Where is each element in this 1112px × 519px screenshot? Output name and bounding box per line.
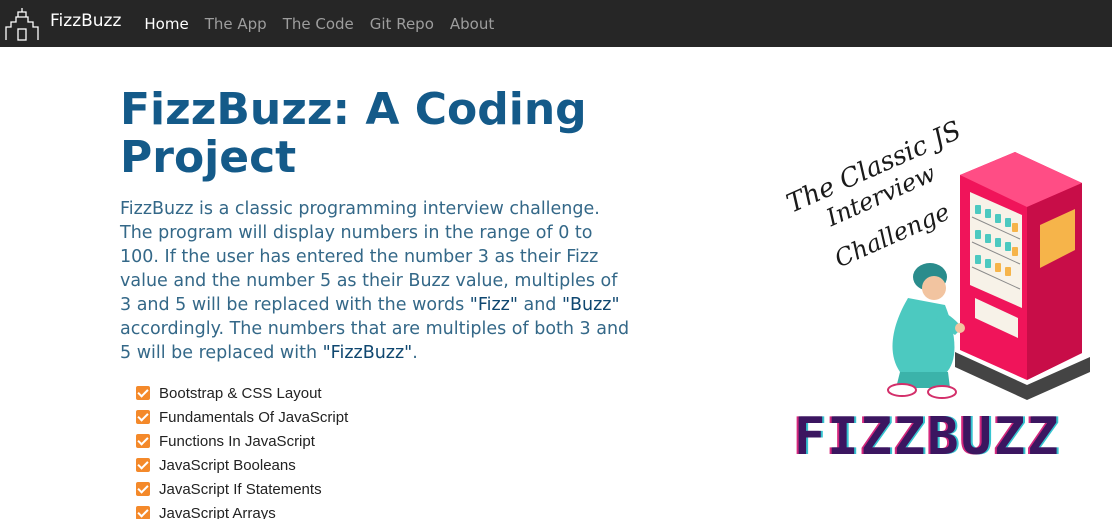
checkbox-checked-icon [136, 386, 150, 400]
intro-paragraph: FizzBuzz is a classic programming interv… [120, 197, 630, 365]
brand-logo-icon [5, 7, 39, 41]
checkbox-checked-icon [136, 410, 150, 424]
nav-links: Home The App The Code Git Repo About [144, 15, 510, 33]
nav-link-the-code[interactable]: The Code [283, 15, 354, 33]
checkbox-checked-icon [136, 434, 150, 448]
brand[interactable]: FizzBuzz [0, 0, 121, 47]
brand-name: FizzBuzz [50, 10, 122, 31]
buzz-term: "Buzz" [561, 295, 620, 315]
feature-label: JavaScript Booleans [159, 456, 296, 474]
vending-machine [955, 152, 1090, 400]
feature-label: JavaScript Arrays [159, 504, 276, 519]
nav-link-git-repo[interactable]: Git Repo [370, 15, 434, 33]
nav-link-home[interactable]: Home [144, 15, 188, 33]
feature-item: JavaScript Arrays [136, 501, 348, 519]
feature-label: JavaScript If Statements [159, 480, 322, 498]
feature-item: Functions In JavaScript [136, 429, 348, 453]
feature-item: JavaScript Booleans [136, 453, 348, 477]
feature-label: Functions In JavaScript [159, 432, 315, 450]
checkbox-checked-icon [136, 506, 150, 519]
person-figure [887, 263, 965, 399]
nav-link-the-app[interactable]: The App [205, 15, 267, 33]
nav-link-about[interactable]: About [450, 15, 494, 33]
fizz-term: "Fizz" [469, 295, 518, 315]
navbar: FizzBuzz Home The App The Code Git Repo … [0, 0, 1112, 47]
feature-item: Bootstrap & CSS Layout [136, 381, 348, 405]
feature-label: Fundamentals Of JavaScript [159, 408, 349, 426]
feature-item: Fundamentals Of JavaScript [136, 405, 348, 429]
fizzbuzz-logo: FIZZBUZZ [794, 407, 1061, 467]
feature-item: JavaScript If Statements [136, 477, 348, 501]
fizzbuzz-term: "FizzBuzz" [322, 343, 413, 363]
feature-label: Bootstrap & CSS Layout [159, 384, 322, 402]
checkbox-checked-icon [136, 482, 150, 496]
intro-text-and: and [517, 295, 562, 315]
feature-list: Bootstrap & CSS Layout Fundamentals Of J… [136, 381, 348, 519]
checkbox-checked-icon [136, 458, 150, 472]
page-title: FizzBuzz: A Coding Project [120, 84, 587, 183]
intro-text-end: . [412, 343, 418, 363]
